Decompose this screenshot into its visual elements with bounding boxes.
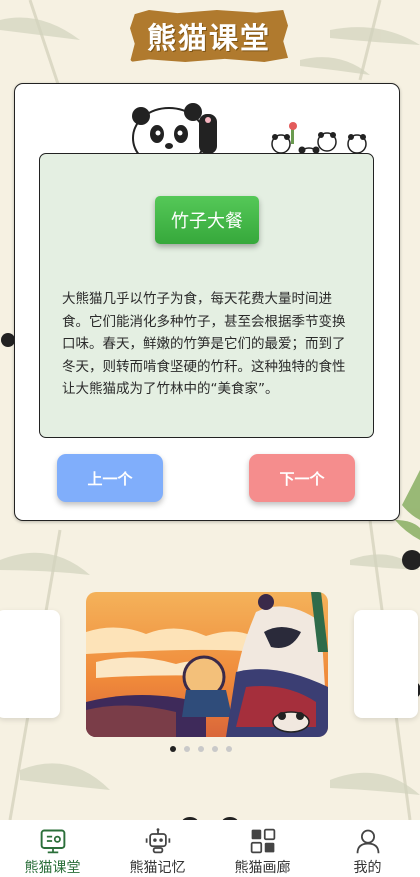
topic-button[interactable]: 竹子大餐	[155, 196, 259, 244]
carousel-next-card[interactable]	[354, 610, 418, 718]
next-button[interactable]: 下一个	[249, 454, 355, 502]
tab-panda-class[interactable]: 熊猫课堂	[0, 820, 105, 877]
board-icon	[40, 829, 65, 854]
carousel-dots	[170, 746, 232, 752]
previous-button[interactable]: 上一个	[57, 454, 163, 502]
carousel-dot[interactable]	[184, 746, 190, 752]
tab-profile[interactable]: 我的	[315, 820, 420, 877]
lesson-content-box: 竹子大餐 大熊猫几乎以竹子为食，每天花费大量时间进食。它们能消化多种竹子，甚至会…	[39, 153, 374, 438]
tab-label: 熊猫课堂	[24, 860, 81, 876]
lesson-card: 竹子大餐 大熊猫几乎以竹子为食，每天花费大量时间进食。它们能消化多种竹子，甚至会…	[14, 83, 400, 521]
page-title-banner: 熊猫课堂	[130, 10, 288, 62]
bottom-tab-bar: 熊猫课堂 熊猫记忆 熊猫画廊 我的	[0, 820, 420, 877]
carousel-dot[interactable]	[198, 746, 204, 752]
grid-icon	[250, 828, 275, 854]
tab-label: 我的	[353, 860, 382, 876]
tab-panda-memory[interactable]: 熊猫记忆	[105, 820, 210, 877]
panda-peek-illustration	[132, 103, 217, 156]
robot-icon	[145, 828, 170, 854]
carousel-dot[interactable]	[226, 746, 232, 752]
tab-label: 熊猫记忆	[129, 860, 186, 876]
carousel-dot[interactable]	[212, 746, 218, 752]
user-icon	[356, 829, 379, 854]
tab-panda-gallery[interactable]: 熊猫画廊	[210, 820, 315, 877]
carousel-image[interactable]	[86, 592, 328, 737]
lesson-text: 大熊猫几乎以竹子为食，每天花费大量时间进食。它们能消化多种竹子，甚至会根据季节变…	[62, 291, 346, 397]
carousel-dot[interactable]	[170, 746, 176, 752]
page-title: 熊猫课堂	[146, 21, 271, 55]
tab-label: 熊猫画廊	[234, 860, 291, 876]
carousel-prev-card[interactable]	[0, 610, 60, 718]
